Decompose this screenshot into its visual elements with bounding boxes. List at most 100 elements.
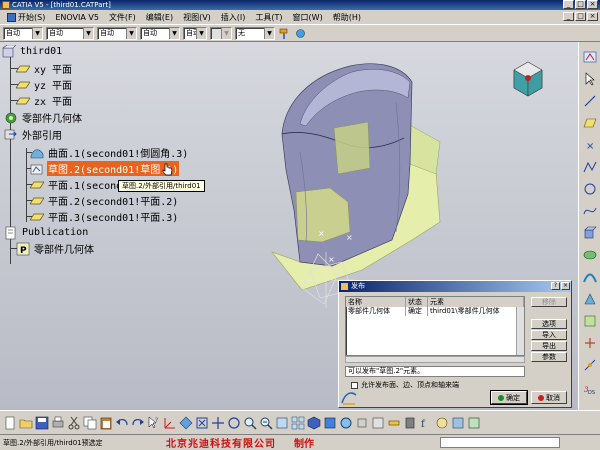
spline-tool-icon[interactable]	[583, 204, 597, 218]
cancel-button[interactable]: 取消	[531, 391, 567, 404]
export-button[interactable]: 导出	[531, 341, 567, 351]
column-element[interactable]: 元素	[428, 297, 524, 307]
color-dropdown[interactable]: 自动 ▼	[3, 26, 43, 40]
transparency-dropdown[interactable]: 自动 ▼	[46, 26, 94, 40]
zoom-in-icon[interactable]	[243, 416, 257, 430]
properties-icon[interactable]	[294, 27, 307, 40]
tree-node-publication[interactable]: Publication	[4, 225, 89, 240]
parameters-button[interactable]: 参数	[531, 352, 567, 362]
tree-node-external-references[interactable]: 外部引用	[4, 127, 63, 142]
dialog-close-button[interactable]: ×	[561, 282, 570, 290]
rotate-icon[interactable]	[227, 416, 241, 430]
menu-help[interactable]: 帮助(H)	[328, 12, 366, 23]
line-weight-dropdown[interactable]: 自动 ▼	[97, 26, 137, 40]
tree-node-published-body[interactable]: P 零部件几何体	[16, 241, 95, 256]
update-icon[interactable]	[371, 416, 385, 430]
tree-node-yz-plane[interactable]: yz 平面	[16, 77, 73, 92]
redo-icon[interactable]	[131, 416, 145, 430]
iso-view-icon[interactable]	[307, 416, 321, 430]
menu-tools[interactable]: 工具(T)	[250, 12, 287, 23]
tree-node-zx-plane[interactable]: zx 平面	[16, 93, 73, 108]
whats-this-icon[interactable]: ?	[147, 415, 161, 430]
menu-view[interactable]: 视图(V)	[178, 12, 216, 23]
tree-node-sketch[interactable]: 草图.2(second01!草图.1)	[30, 161, 180, 176]
fly-mode-icon[interactable]	[179, 416, 193, 430]
zoom-out-icon[interactable]	[259, 416, 273, 430]
tree-node-plane-3[interactable]: 平面.3(second01!平面.3)	[30, 209, 179, 224]
point-tool-icon[interactable]: ×	[583, 138, 597, 152]
multi-view-icon[interactable]	[291, 416, 305, 430]
new-file-icon[interactable]	[3, 416, 17, 430]
minimize-button[interactable]: _	[563, 0, 574, 9]
format-painter-icon[interactable]	[278, 27, 291, 40]
fit-all-icon[interactable]	[195, 416, 209, 430]
open-file-icon[interactable]	[19, 416, 33, 430]
tree-node-xy-plane[interactable]: xy 平面	[16, 61, 73, 76]
tree-node-plane-2[interactable]: 平面.2(second01!平面.2)	[30, 193, 179, 208]
point-symbol-dropdown[interactable]: 自动 ▼	[183, 26, 207, 40]
join-tool-icon[interactable]	[583, 336, 597, 350]
select-arrow-icon[interactable]	[583, 72, 597, 86]
menu-edit[interactable]: 编辑(E)	[141, 12, 178, 23]
menu-enovia[interactable]: ENOVIA V5	[50, 13, 104, 22]
catia-logo-icon: 3 DS	[584, 386, 595, 396]
revolve-tool-icon[interactable]	[583, 248, 597, 262]
apply-material-icon[interactable]	[403, 416, 417, 430]
sweep-tool-icon[interactable]	[583, 270, 597, 284]
options-button[interactable]: 选项	[531, 319, 567, 329]
undo-icon[interactable]	[115, 416, 129, 430]
table-row[interactable]: 零部件几何体 确定 third01\零部件几何体	[346, 307, 524, 316]
layer-dropdown[interactable]: 无 ▼	[235, 26, 275, 40]
menu-start[interactable]: 开始(S)	[2, 12, 50, 23]
fill-tool-icon[interactable]	[583, 292, 597, 306]
pan-icon[interactable]	[211, 416, 225, 430]
import-button[interactable]: 导入	[531, 330, 567, 340]
line-tool-icon[interactable]	[583, 94, 597, 108]
split-tool-icon[interactable]	[583, 358, 597, 372]
line-type-dropdown[interactable]: 自动 ▼	[140, 26, 180, 40]
extrude-tool-icon[interactable]	[583, 226, 597, 240]
menu-insert[interactable]: 插入(I)	[216, 12, 251, 23]
knowledge-icon[interactable]	[435, 416, 449, 430]
paste-icon[interactable]	[99, 416, 113, 430]
maximize-button[interactable]: □	[575, 0, 586, 9]
close-button[interactable]: ×	[587, 0, 598, 9]
sketch-tool-icon[interactable]	[583, 50, 597, 64]
doc-close-button[interactable]: ×	[587, 12, 598, 21]
allow-publish-checkbox[interactable]: 允许发布面、边、顶点和轴来端	[351, 380, 459, 390]
doc-minimize-button[interactable]: _	[563, 12, 574, 21]
column-name[interactable]: 名称	[346, 297, 406, 307]
table-vertical-scrollbar[interactable]	[516, 307, 524, 355]
swap-space-icon[interactable]	[355, 416, 369, 430]
copy-icon[interactable]	[83, 416, 97, 430]
compass-icon[interactable]	[510, 60, 546, 100]
shading-icon[interactable]	[323, 416, 337, 430]
ok-button[interactable]: 确定	[490, 390, 528, 405]
doc-restore-button[interactable]: □	[575, 12, 586, 21]
menu-window[interactable]: 窗口(W)	[288, 12, 328, 23]
analysis-icon[interactable]	[467, 416, 481, 430]
tree-root[interactable]: third01	[2, 44, 63, 59]
formula-icon[interactable]: f	[419, 416, 433, 430]
plane-tool-icon[interactable]	[583, 116, 597, 130]
offset-tool-icon[interactable]	[583, 314, 597, 328]
hide-show-icon[interactable]	[339, 416, 353, 430]
circle-tool-icon[interactable]	[583, 182, 597, 196]
tree-node-surface[interactable]: 曲面.1(second01!倒圆角.3)	[30, 145, 189, 160]
checkbox-box[interactable]	[351, 381, 358, 389]
command-input[interactable]	[440, 437, 560, 448]
publication-table[interactable]: 名称 状态 元素 零部件几何体 确定 third01\零部件几何体	[345, 296, 525, 356]
column-status[interactable]: 状态	[406, 297, 428, 307]
save-icon[interactable]	[35, 416, 49, 430]
polyline-tool-icon[interactable]	[583, 160, 597, 174]
menu-file[interactable]: 文件(F)	[104, 12, 141, 23]
table-horizontal-scrollbar[interactable]	[345, 356, 525, 363]
axis-icon[interactable]	[163, 416, 177, 430]
catalog-icon[interactable]	[451, 416, 465, 430]
measure-icon[interactable]	[387, 416, 401, 430]
tree-node-part-body[interactable]: 零部件几何体	[4, 110, 83, 125]
normal-view-icon[interactable]	[275, 416, 289, 430]
cut-icon[interactable]	[67, 416, 81, 430]
print-icon[interactable]	[51, 416, 65, 430]
dialog-help-button[interactable]: ?	[551, 282, 560, 290]
